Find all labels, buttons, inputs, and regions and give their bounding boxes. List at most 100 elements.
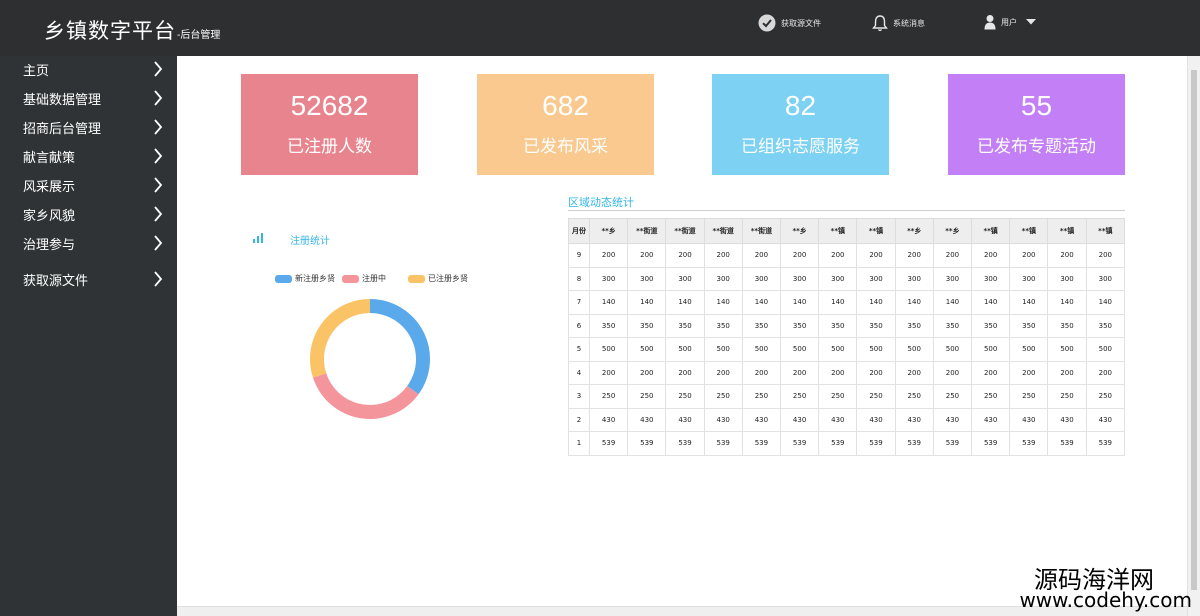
table-cell: 250: [1047, 384, 1087, 409]
table-cell: 250: [665, 384, 705, 409]
table-cell: 2: [568, 407, 590, 432]
sidebar-item-investment[interactable]: 招商后台管理: [0, 114, 177, 140]
table-header-row: 月份 **乡 **街道 **街道 **街道 **街道 **乡 **镇 **镇 **乡 **乡 **镇 *…: [568, 218, 1126, 244]
table-body: 9 200 200 200 200 200 200 200 200 200 200 200 200 200…: [568, 243, 1126, 456]
user-menu[interactable]: 用户: [984, 14, 1042, 30]
registration-title: 注册统计: [290, 236, 330, 247]
sidebar-item-governance[interactable]: 治理参与: [0, 230, 177, 256]
table-cell: 539: [818, 431, 858, 456]
table-cell: 430: [971, 407, 1011, 432]
table-cell: 430: [894, 407, 934, 432]
legend-label: 新注册乡贤: [295, 274, 335, 283]
top-header: 乡镇数字平台-后台管理 获取源文件 系统消息 用户: [0, 0, 1200, 56]
table-cell: 250: [741, 384, 782, 409]
table-cell: 200: [1047, 360, 1087, 385]
legend-item[interactable]: 新注册乡贤: [275, 273, 335, 284]
scrollbar-thumb[interactable]: [1191, 70, 1197, 590]
table-cell: 539: [627, 431, 667, 456]
donut-slice[interactable]: [370, 299, 430, 395]
main-content: 52682 已注册人数 682 已发布风采 82 已组织志愿服务 55 已发布专…: [177, 56, 1187, 606]
table-cell: 539: [588, 431, 629, 456]
legend-item[interactable]: 已注册乡贤: [408, 273, 468, 284]
table-cell: 300: [665, 266, 705, 291]
column-header: **街道: [741, 218, 782, 244]
table-cell: 430: [588, 407, 629, 432]
table-cell: 500: [971, 337, 1011, 362]
sidebar-item-home[interactable]: 主页: [0, 56, 177, 82]
watermark-url: www.codehy.com: [1019, 588, 1192, 612]
table-cell: 430: [627, 407, 667, 432]
table-cell: 500: [1047, 337, 1087, 362]
table-row: 1 539 539 539 539 539 539 539 539 539 539 539 539 539…: [568, 431, 1126, 456]
stat-card-registered: 52682 已注册人数: [241, 74, 418, 175]
chevron-right-icon: [154, 119, 163, 135]
table-cell: 500: [818, 337, 858, 362]
table-cell: 250: [1085, 384, 1126, 409]
table-cell: 200: [856, 360, 896, 385]
bar-chart-icon: [253, 233, 263, 243]
sidebar-item-showcase[interactable]: 风采展示: [0, 172, 177, 198]
stat-label: 已发布专题活动: [977, 137, 1096, 157]
stat-card-activities: 55 已发布专题活动: [948, 74, 1125, 175]
get-source-button[interactable]: 获取源文件: [758, 14, 821, 32]
sidebar-item-label: 风采展示: [23, 179, 76, 195]
table-cell: 200: [588, 360, 629, 385]
column-header: **镇: [971, 218, 1011, 244]
table-cell: 250: [780, 384, 820, 409]
table-cell: 430: [1009, 407, 1049, 432]
table-cell: 430: [856, 407, 896, 432]
table-cell: 539: [703, 431, 743, 456]
sidebar-item-suggestions[interactable]: 献言献策: [0, 143, 177, 169]
table-cell: 140: [818, 290, 858, 315]
table-cell: 539: [1085, 431, 1126, 456]
sidebar-item-hometown[interactable]: 家乡风貌: [0, 201, 177, 227]
donut-slice[interactable]: [310, 299, 370, 378]
table-cell: 500: [1009, 337, 1049, 362]
sidebar-item-get-source[interactable]: 获取源文件: [0, 266, 177, 292]
stat-value: 55: [1020, 90, 1053, 121]
table-cell: 539: [741, 431, 782, 456]
table-cell: 539: [856, 431, 896, 456]
sidebar-item-label: 获取源文件: [23, 273, 89, 289]
table-cell: 200: [856, 243, 896, 268]
bell-icon: [872, 15, 888, 32]
sidebar: 主页 基础数据管理 招商后台管理 献言献策 风采展示 家乡风貌 治理参与 获取源…: [0, 56, 177, 616]
table-cell: 539: [932, 431, 973, 456]
table-cell: 430: [1047, 407, 1087, 432]
sidebar-item-basic-data[interactable]: 基础数据管理: [0, 85, 177, 111]
stat-value: 682: [542, 90, 589, 121]
column-header: **乡: [894, 218, 934, 244]
sidebar-item-label: 献言献策: [23, 150, 76, 166]
table-row: 7 140 140 140 140 140 140 140 140 140 140 140 140 140…: [568, 290, 1126, 315]
chevron-right-icon: [154, 177, 163, 193]
table-cell: 500: [588, 337, 629, 362]
app-subtitle: -后台管理: [177, 30, 221, 41]
stat-value: 82: [784, 90, 817, 121]
table-cell: 250: [818, 384, 858, 409]
donut-slice[interactable]: [312, 373, 419, 419]
table-cell: 200: [894, 360, 934, 385]
legend-item[interactable]: 注册中: [342, 273, 386, 284]
table-cell: 430: [741, 407, 782, 432]
caret-down-icon: [1026, 19, 1036, 25]
table-cell: 300: [741, 266, 782, 291]
messages-button[interactable]: 系统消息: [872, 14, 925, 32]
vertical-scrollbar[interactable]: [1187, 56, 1200, 616]
table-cell: 7: [568, 290, 590, 315]
legend-swatch: [342, 274, 359, 283]
registration-donut-chart: [310, 299, 430, 419]
legend-label: 已注册乡贤: [428, 274, 468, 283]
stat-label: 已注册人数: [287, 137, 372, 157]
table-row: 4 200 200 200 200 200 200 200 200 200 200 200 200 200…: [568, 360, 1126, 385]
stat-value: 52682: [290, 90, 369, 121]
table-cell: 300: [780, 266, 820, 291]
region-stats-table: 月份 **乡 **街道 **街道 **街道 **街道 **乡 **镇 **镇 **乡 **乡 **镇 *…: [568, 218, 1126, 456]
user-label: 用户: [1001, 17, 1017, 27]
table-cell: 200: [588, 243, 629, 268]
table-cell: 539: [780, 431, 820, 456]
table-cell: 430: [780, 407, 820, 432]
stat-label: 已组织志愿服务: [741, 137, 860, 157]
column-header: **乡: [932, 218, 973, 244]
table-cell: 430: [703, 407, 743, 432]
app-title-text: 乡镇数字平台: [44, 19, 176, 43]
